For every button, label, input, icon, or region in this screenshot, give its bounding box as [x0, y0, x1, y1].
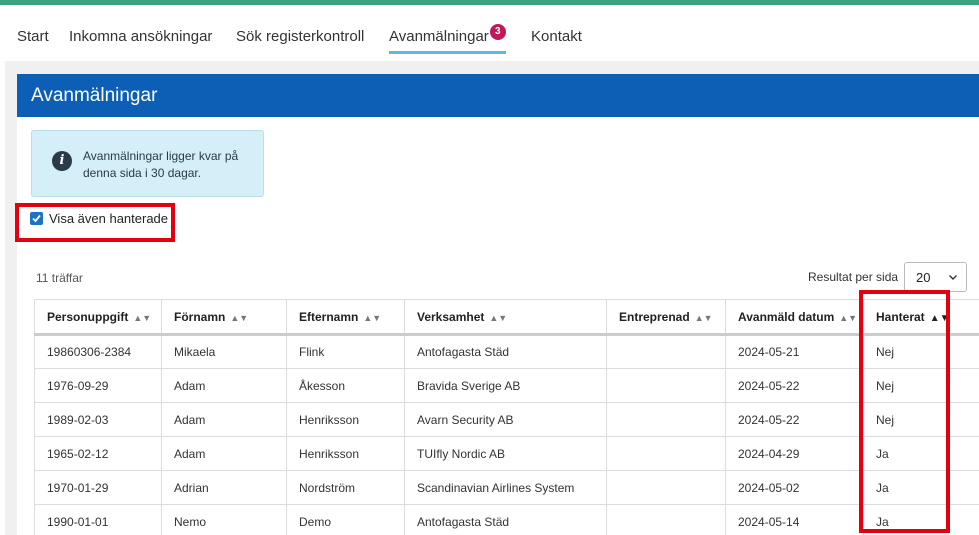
cell-efternamn: Henriksson — [286, 402, 405, 437]
results-per-page-label: Resultat per sida — [808, 270, 899, 284]
sort-icon: ▲▼ — [230, 312, 249, 323]
cell-avanmald-datum: 2024-05-14 — [725, 504, 864, 535]
column-header-label: Personuppgift — [47, 309, 129, 324]
column-header-fornamn[interactable]: Förnamn ▲▼ — [161, 299, 287, 336]
table-row: 1990-01-01 Nemo Demo Antofagasta Städ 20… — [34, 504, 979, 535]
chevron-down-icon — [949, 275, 957, 280]
cell-avanmald-datum: 2024-05-21 — [725, 334, 864, 369]
cell-efternamn: Nordström — [286, 470, 405, 505]
info-icon: i — [52, 151, 72, 171]
cell-entreprenad — [606, 504, 726, 535]
cell-entreprenad — [606, 334, 726, 369]
nav-item-kontakt[interactable]: Kontakt — [531, 28, 582, 45]
nav-item-avanmalningar-label: Avanmälningar — [389, 28, 489, 45]
table-row: 1976-09-29 Adam Åkesson Bravida Sverige … — [34, 368, 979, 403]
cell-fornamn: Mikaela — [161, 334, 287, 369]
cell-entreprenad — [606, 402, 726, 437]
results-per-page-value: 20 — [916, 270, 931, 285]
cell-personuppgift: 19860306-2384 — [34, 334, 162, 369]
main-nav: Start Inkomna ansökningar Sök registerko… — [0, 5, 979, 61]
column-header-personuppgift[interactable]: Personuppgift ▲▼ — [34, 299, 162, 336]
page-title: Avanmälningar — [31, 85, 158, 106]
cell-fornamn: Adam — [161, 368, 287, 403]
cell-avanmald-datum: 2024-05-22 — [725, 368, 864, 403]
notification-badge: 3 — [489, 24, 506, 40]
highlight-box-checkbox — [15, 203, 175, 242]
highlight-box-hanterat-column — [859, 290, 950, 533]
cell-efternamn: Henriksson — [286, 436, 405, 471]
avanmalningar-card: Avanmälningar i Avanmälningar ligger kva… — [17, 74, 979, 535]
table-row: 1989-02-03 Adam Henriksson Avarn Securit… — [34, 402, 979, 437]
cell-efternamn: Demo — [286, 504, 405, 535]
result-count: 11 träffar — [36, 271, 83, 285]
cell-efternamn: Åkesson — [286, 368, 405, 403]
cell-fornamn: Nemo — [161, 504, 287, 535]
info-alert: i Avanmälningar ligger kvar på denna sid… — [31, 130, 264, 197]
cell-verksamhet: Antofagasta Städ — [404, 334, 607, 369]
cell-entreprenad — [606, 470, 726, 505]
cell-efternamn: Flink — [286, 334, 405, 369]
table-header-row: Personuppgift ▲▼ Förnamn ▲▼ Efternamn ▲▼ Ve… — [34, 299, 979, 336]
cell-entreprenad — [606, 368, 726, 403]
column-header-label: Avanmäld datum — [738, 309, 835, 324]
card-header: Avanmälningar — [17, 74, 979, 117]
avanmalningar-table: Personuppgift ▲▼ Förnamn ▲▼ Efternamn ▲▼ Ve… — [34, 299, 979, 535]
column-header-label: Verksamhet — [417, 309, 485, 324]
cell-avanmald-datum: 2024-04-29 — [725, 436, 864, 471]
cell-verksamhet: Avarn Security AB — [404, 402, 607, 437]
cell-avanmald-datum: 2024-05-22 — [725, 402, 864, 437]
cell-personuppgift: 1970-01-29 — [34, 470, 162, 505]
table-row: 19860306-2384 Mikaela Flink Antofagasta … — [34, 334, 979, 369]
nav-item-start[interactable]: Start — [17, 28, 49, 45]
column-header-verksamhet[interactable]: Verksamhet ▲▼ — [404, 299, 607, 336]
sort-icon: ▲▼ — [839, 312, 858, 323]
cell-personuppgift: 1965-02-12 — [34, 436, 162, 471]
cell-fornamn: Adam — [161, 402, 287, 437]
info-text: Avanmälningar ligger kvar på denna sida … — [83, 149, 239, 180]
cell-fornamn: Adam — [161, 436, 287, 471]
sort-icon: ▲▼ — [363, 312, 382, 323]
sort-icon: ▲▼ — [489, 312, 508, 323]
cell-verksamhet: Bravida Sverige AB — [404, 368, 607, 403]
column-header-label: Efternamn — [299, 309, 359, 324]
column-header-label: Förnamn — [174, 309, 226, 324]
sort-icon: ▲▼ — [694, 312, 713, 323]
nav-item-avanmalningar[interactable]: Avanmälningar 3 — [389, 24, 506, 54]
column-header-efternamn[interactable]: Efternamn ▲▼ — [286, 299, 405, 336]
column-header-entreprenad[interactable]: Entreprenad ▲▼ — [606, 299, 726, 336]
column-header-avanmald-datum[interactable]: Avanmäld datum ▲▼ — [725, 299, 864, 336]
column-header-label: Entreprenad — [619, 309, 690, 324]
cell-verksamhet: TUIfly Nordic AB — [404, 436, 607, 471]
table-row: 1970-01-29 Adrian Nordström Scandinavian… — [34, 470, 979, 505]
sort-icon: ▲▼ — [133, 312, 152, 323]
cell-avanmald-datum: 2024-05-02 — [725, 470, 864, 505]
cell-verksamhet: Antofagasta Städ — [404, 504, 607, 535]
nav-item-sok-registerkontroll[interactable]: Sök registerkontroll — [236, 28, 364, 45]
cell-verksamhet: Scandinavian Airlines System — [404, 470, 607, 505]
results-per-page-select[interactable]: 20 — [904, 262, 967, 292]
cell-entreprenad — [606, 436, 726, 471]
nav-item-inkomna-ansokningar[interactable]: Inkomna ansökningar — [69, 28, 212, 45]
cell-personuppgift: 1990-01-01 — [34, 504, 162, 535]
cell-fornamn: Adrian — [161, 470, 287, 505]
table-row: 1965-02-12 Adam Henriksson TUIfly Nordic… — [34, 436, 979, 471]
cell-personuppgift: 1976-09-29 — [34, 368, 162, 403]
cell-personuppgift: 1989-02-03 — [34, 402, 162, 437]
